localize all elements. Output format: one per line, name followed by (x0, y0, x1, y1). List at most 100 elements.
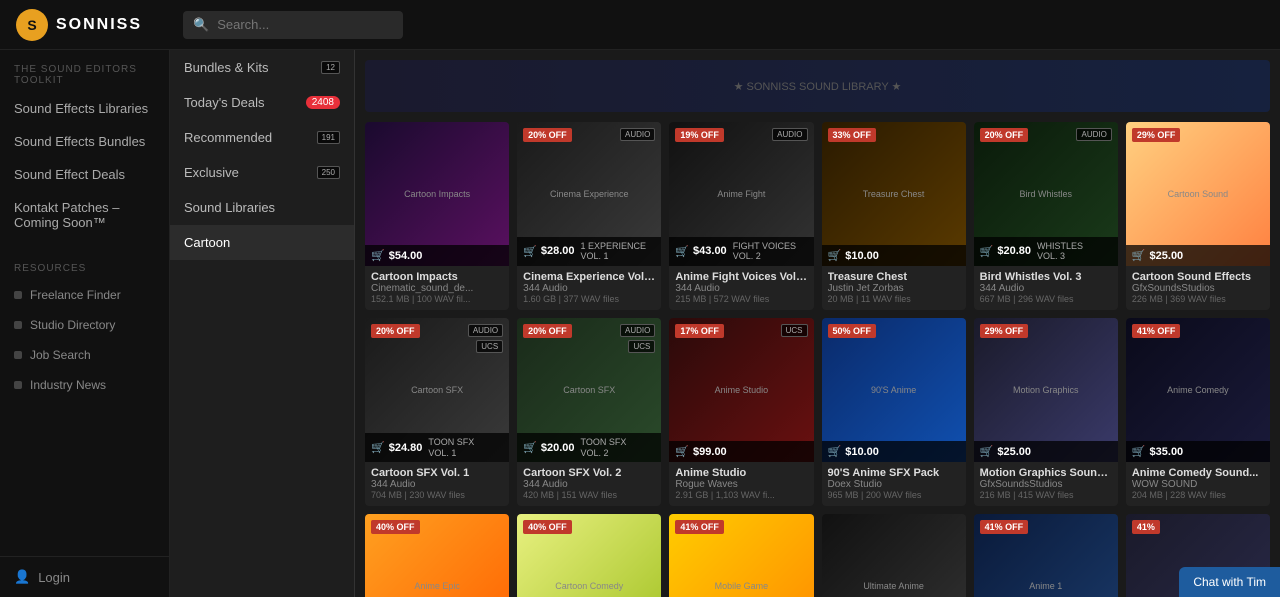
product-card-cartoon-impacts[interactable]: Cartoon Impacts🛒$54.00Cartoon ImpactsCin… (365, 122, 509, 310)
product-thumb: 41% OFFAnime Comedy🛒$35.00 (1126, 318, 1270, 462)
product-thumb: 50% OFF90'S Anime🛒$10.00 (822, 318, 966, 462)
product-title: Anime Comedy Sound... (1132, 467, 1264, 479)
logo-icon: S (16, 9, 48, 41)
audio-badge: AUDIO (772, 128, 807, 141)
search-input[interactable] (217, 17, 393, 32)
audio-badge: AUDIO (468, 324, 503, 337)
dropdown-item-recommended[interactable]: Recommended 191 (170, 120, 354, 155)
chat-button[interactable]: Chat with Tim (1179, 567, 1280, 597)
product-card-cartoon-sound-effects[interactable]: 29% OFFCartoon Sound🛒$25.00Cartoon Sound… (1126, 122, 1270, 310)
extra-label: FIGHT VOICES VOL. 2 (733, 241, 796, 263)
product-card-treasure-chest[interactable]: 33% OFFTreasure Chest🛒$10.00Treasure Che… (822, 122, 966, 310)
price-bar: 🛒$28.001 EXPERIENCE VOL. 1 (517, 237, 661, 267)
product-title: Cinema Experience Vol. 1 (523, 271, 655, 283)
dropdown-item-sound-libraries[interactable]: Sound Libraries (170, 190, 354, 225)
price-bar: 🛒$20.80WHISTLES VOL. 3 (974, 237, 1118, 267)
cart-icon: 🛒 (828, 445, 842, 458)
logo-area: S SONNISS (16, 9, 171, 41)
product-card-ultimate-anime[interactable]: Ultimate AnimeUltimate Anime (822, 514, 966, 597)
dropdown-item-bundles-kits[interactable]: Bundles & Kits 12 (170, 50, 354, 85)
product-card-mobile-game-sfx[interactable]: 41% OFFMobile GameMobile Game SFX (669, 514, 813, 597)
todays-deals-badge: 2408 (306, 96, 340, 109)
price-bar: 🛒 $43.00 FIGHT VOICES VOL. 2 (669, 237, 813, 267)
product-thumb: 20% OFFAUDIOUCSCartoon SFX🛒$24.80TOON SF… (365, 318, 509, 462)
product-meta: 704 MB | 230 WAV files (371, 490, 503, 500)
product-info: Bird Whistles Vol. 3344 Audio667 MB | 29… (974, 266, 1118, 310)
search-bar: 🔍 (183, 11, 403, 39)
product-maker: GfxSoundsStudios (1132, 283, 1264, 294)
topbar: S SONNISS 🔍 (0, 0, 1280, 50)
sidebar-resource-freelance[interactable]: Freelance Finder (0, 280, 169, 310)
product-title: Cartoon SFX Vol. 1 (371, 467, 503, 479)
sidebar-item-sound-effect-deals[interactable]: Sound Effect Deals (0, 158, 169, 191)
freelance-label: Freelance Finder (30, 288, 121, 302)
dropdown-item-exclusive[interactable]: Exclusive 250 (170, 155, 354, 190)
product-maker: Doex Studio (828, 479, 960, 490)
thumb-placeholder: Ultimate Anime (822, 514, 966, 597)
sidebar-item-kontakt-patches[interactable]: Kontakt Patches – Coming Soon™ (0, 191, 169, 239)
cartoon-label: Cartoon (184, 235, 230, 250)
product-maker: Cinematic_sound_de... (371, 283, 503, 294)
product-thumb: 29% OFFCartoon Sound🛒$25.00 (1126, 122, 1270, 266)
sidebar-resource-job[interactable]: Job Search (0, 340, 169, 370)
sidebar-resource-news[interactable]: Industry News (0, 370, 169, 400)
dropdown-item-cartoon[interactable]: Cartoon (170, 225, 354, 260)
product-maker: 344 Audio (980, 283, 1112, 294)
product-card-anime-90s[interactable]: 50% OFF90'S Anime🛒$10.0090'S Anime SFX P… (822, 318, 966, 506)
news-icon (14, 381, 22, 389)
price-bar: 🛒$24.80TOON SFX VOL. 1 (365, 433, 509, 463)
dropdown-item-todays-deals[interactable]: Today's Deals 2408 (170, 85, 354, 120)
job-icon (14, 351, 22, 359)
off-badge: 40% OFF (371, 520, 420, 534)
main-layout: THE SOUND EDITORS TOOLKIT Sound Effects … (0, 50, 1280, 597)
price-value: $54.00 (389, 250, 423, 262)
sidebar-item-sound-effects-libraries[interactable]: Sound Effects Libraries (0, 92, 169, 125)
login-button[interactable]: 👤 Login (0, 556, 169, 597)
product-card-cartoon-sfx-vol2[interactable]: 20% OFFAUDIOUCSCartoon SFX🛒$20.00TOON SF… (517, 318, 661, 506)
product-grid-row1: Cartoon Impacts🛒$54.00Cartoon ImpactsCin… (365, 122, 1270, 310)
product-info: Cartoon ImpactsCinematic_sound_de...152.… (365, 266, 509, 310)
sidebar-item-sound-effects-bundles[interactable]: Sound Effects Bundles (0, 125, 169, 158)
price-value: $20.00 (541, 442, 575, 454)
product-card-cinema-experience[interactable]: 20% OFFAUDIOCinema Experience🛒$28.001 EX… (517, 122, 661, 310)
price-value: $43.00 (693, 245, 727, 257)
price-bar: 🛒$10.00 (822, 245, 966, 266)
product-card-anime-epic-combat[interactable]: 40% OFFAnime EpicAnime Epic Combat (365, 514, 509, 597)
sidebar-resources-label: Resources (0, 249, 169, 280)
sidebar-resource-studio[interactable]: Studio Directory (0, 310, 169, 340)
search-icon: 🔍 (193, 17, 209, 33)
product-maker: Justin Jet Zorbas (828, 283, 960, 294)
product-card-comedy-sfx2[interactable]: 40% OFFCartoon ComedyCartoon Comedy SFX … (517, 514, 661, 597)
product-title: Cartoon SFX Vol. 2 (523, 467, 655, 479)
product-card-anime-studio[interactable]: 17% OFFUCSAnime Studio🛒$99.00Anime Studi… (669, 318, 813, 506)
cart-icon: 🛒 (1132, 249, 1146, 262)
job-label: Job Search (30, 348, 91, 362)
sidebar-section-label: THE SOUND EDITORS TOOLKIT (0, 50, 169, 92)
product-info: Cartoon SFX Vol. 2344 Audio420 MB | 151 … (517, 462, 661, 506)
product-card-motion-graphics[interactable]: 29% OFFMotion Graphics🛒$25.00Motion Grap… (974, 318, 1118, 506)
product-card-bird-whistles[interactable]: 20% OFFAUDIOBird Whistles🛒$20.80WHISTLES… (974, 122, 1118, 310)
off-badge: 41% (1132, 520, 1160, 534)
price-bar: 🛒$99.00 (669, 441, 813, 462)
product-meta: 226 MB | 369 WAV files (1132, 294, 1264, 304)
price-bar: 🛒$35.00 (1126, 441, 1270, 462)
product-card-anime1[interactable]: 41% OFFAnime 1Anime 1 (974, 514, 1118, 597)
product-title: Motion Graphics Sounds... (980, 467, 1112, 479)
product-info: Anime Comedy Sound...WOW SOUND204 MB | 2… (1126, 462, 1270, 506)
cart-icon: 🛒 (675, 245, 689, 258)
off-badge: 40% OFF (523, 520, 572, 534)
product-maker: GfxSoundsStudios (980, 479, 1112, 490)
product-maker: Rogue Waves (675, 479, 807, 490)
off-badge: 20% OFF (523, 324, 572, 338)
product-info: 90'S Anime SFX PackDoex Studio965 MB | 2… (822, 462, 966, 506)
product-card-cartoon-sfx-vol1[interactable]: 20% OFFAUDIOUCSCartoon SFX🛒$24.80TOON SF… (365, 318, 509, 506)
product-thumb: 20% OFFAUDIOUCSCartoon SFX🛒$20.00TOON SF… (517, 318, 661, 462)
content-area: ★ SONNISS SOUND LIBRARY ★ Cartoon Impact… (355, 50, 1280, 597)
studio-label: Studio Directory (30, 318, 115, 332)
product-grid-row2: 20% OFFAUDIOUCSCartoon SFX🛒$24.80TOON SF… (365, 318, 1270, 506)
product-card-anime-comedy-sound[interactable]: 41% OFFAnime Comedy🛒$35.00Anime Comedy S… (1126, 318, 1270, 506)
product-meta: 1.60 GB | 377 WAV files (523, 294, 655, 304)
product-card-anime-fight-voices[interactable]: 19% OFFAUDIOAnime Fight🛒$43.00FIGHT VOIC… (669, 122, 813, 310)
product-info: Cinema Experience Vol. 1344 Audio1.60 GB… (517, 266, 661, 310)
product-thumb: 20% OFFAUDIOCinema Experience🛒$28.001 EX… (517, 122, 661, 266)
